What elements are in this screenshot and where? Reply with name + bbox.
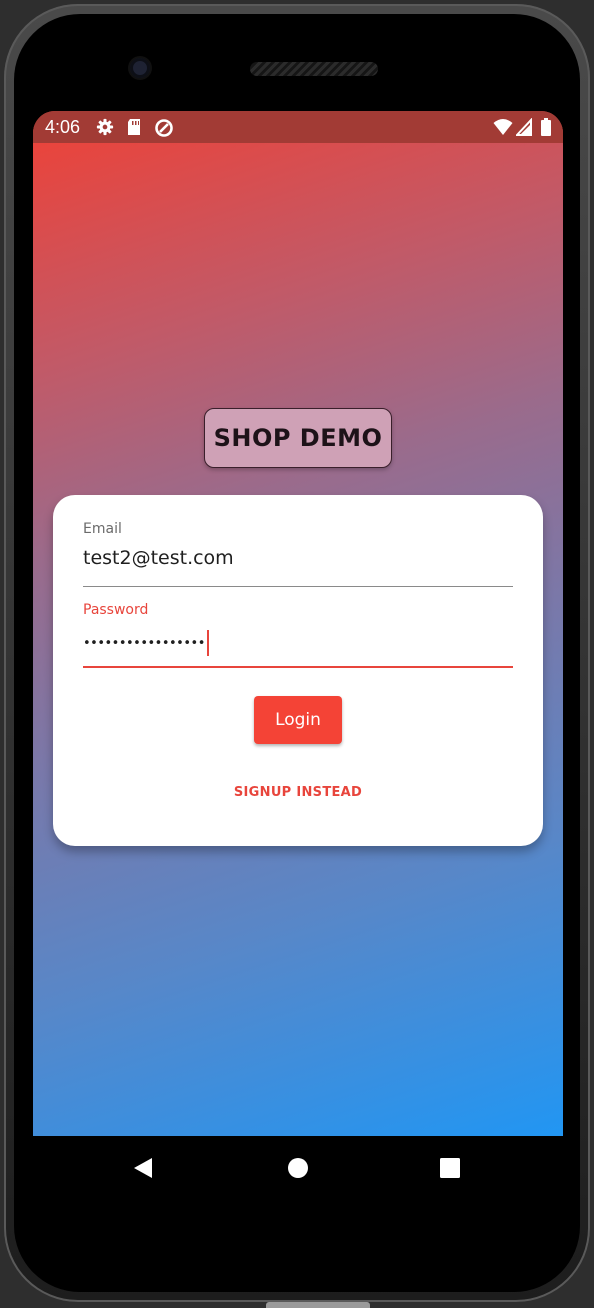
password-field[interactable]: ••••••••••••••••• — [83, 630, 209, 656]
status-bar: 4:06 — [33, 111, 563, 143]
auth-card: Email test2@test.com Password ••••••••••… — [53, 495, 543, 846]
earpiece-speaker — [250, 62, 378, 76]
home-icon[interactable] — [286, 1156, 310, 1180]
battery-icon — [540, 118, 552, 136]
app-screen: 4:06 SHOP DEMO Email test2@test.com Pass… — [33, 111, 563, 1136]
email-underline — [83, 586, 513, 587]
password-label: Password — [83, 602, 149, 618]
login-button[interactable]: Login — [254, 696, 342, 744]
settings-icon — [95, 118, 115, 136]
signal-icon — [514, 117, 536, 136]
front-camera — [130, 58, 150, 78]
signup-instead-button[interactable]: SIGNUP INSTEAD — [213, 779, 383, 805]
email-label: Email — [83, 521, 122, 537]
app-title: SHOP DEMO — [213, 424, 383, 452]
password-masked-text: ••••••••••••••••• — [83, 635, 205, 651]
status-time: 4:06 — [45, 117, 81, 137]
back-icon[interactable] — [131, 1156, 155, 1180]
emulator-handle — [266, 1302, 370, 1308]
emulator-frame: 4:06 SHOP DEMO Email test2@test.com Pass… — [0, 0, 594, 1308]
navigation-bar — [33, 1136, 563, 1200]
password-underline — [83, 666, 513, 668]
wifi-icon — [493, 118, 513, 136]
sd-card-icon — [126, 118, 146, 136]
data-saver-icon — [154, 118, 174, 137]
email-field[interactable]: test2@test.com — [83, 547, 234, 569]
text-cursor — [206, 630, 209, 656]
recents-icon[interactable] — [438, 1156, 462, 1180]
app-title-banner: SHOP DEMO — [204, 408, 392, 468]
